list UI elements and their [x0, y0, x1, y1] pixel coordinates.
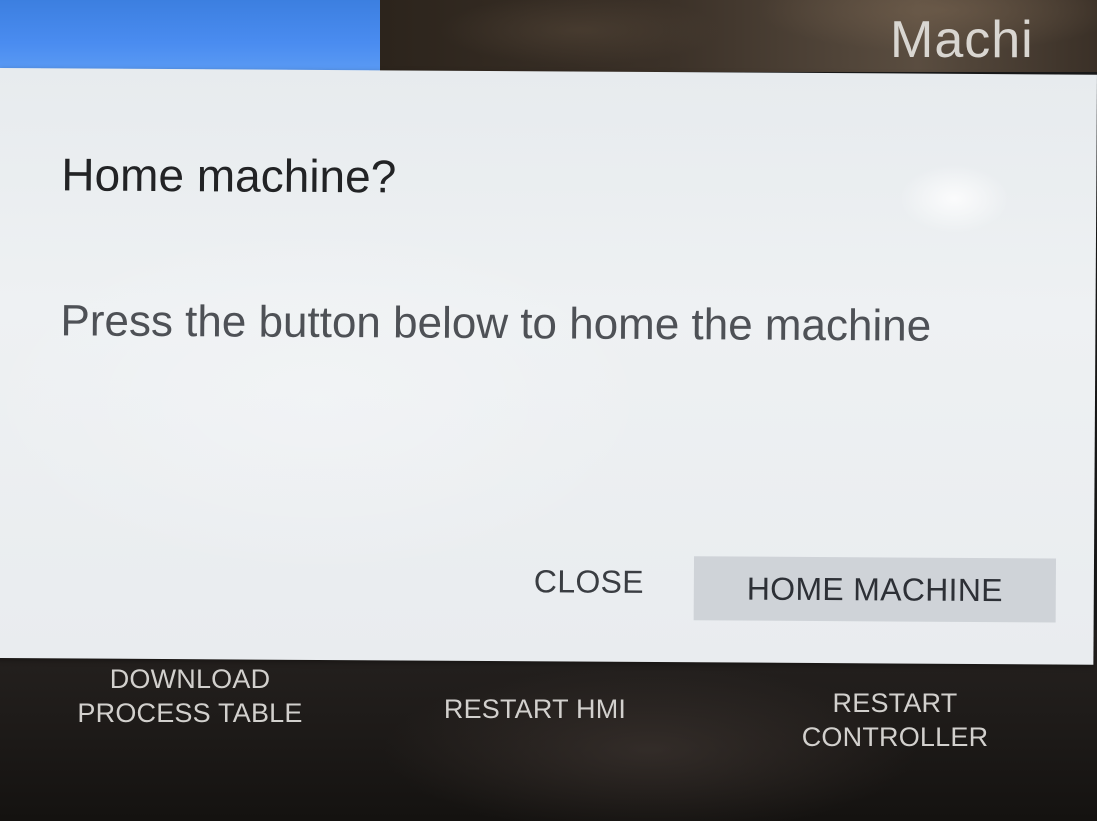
home-machine-button[interactable]: HOME MACHINE — [693, 556, 1057, 623]
restart-hmi-button[interactable]: RESTART HMI — [420, 692, 650, 726]
dialog-title: Home machine? — [61, 148, 397, 203]
dialog-message: Press the button below to home the machi… — [60, 296, 932, 351]
download-button-label-line1: DOWNLOAD — [109, 664, 271, 694]
restart-controller-label-line2: CONTROLLER — [801, 722, 989, 752]
header-blue-panel — [0, 0, 380, 72]
download-button-label-line2: PROCESS TABLE — [77, 698, 303, 728]
restart-controller-label-line1: RESTART — [832, 688, 958, 718]
download-process-table-button[interactable]: DOWNLOAD PROCESS TABLE — [60, 662, 320, 730]
home-machine-dialog: Home machine? Press the button below to … — [0, 68, 1097, 665]
restart-hmi-label: RESTART HMI — [443, 694, 627, 724]
dialog-actions: CLOSE HOME MACHINE — [0, 546, 1094, 633]
screen-glare — [899, 163, 1010, 235]
page-title: Machi — [890, 12, 1034, 68]
restart-controller-button[interactable]: RESTART CONTROLLER — [770, 686, 1020, 754]
close-button[interactable]: CLOSE — [503, 549, 675, 614]
